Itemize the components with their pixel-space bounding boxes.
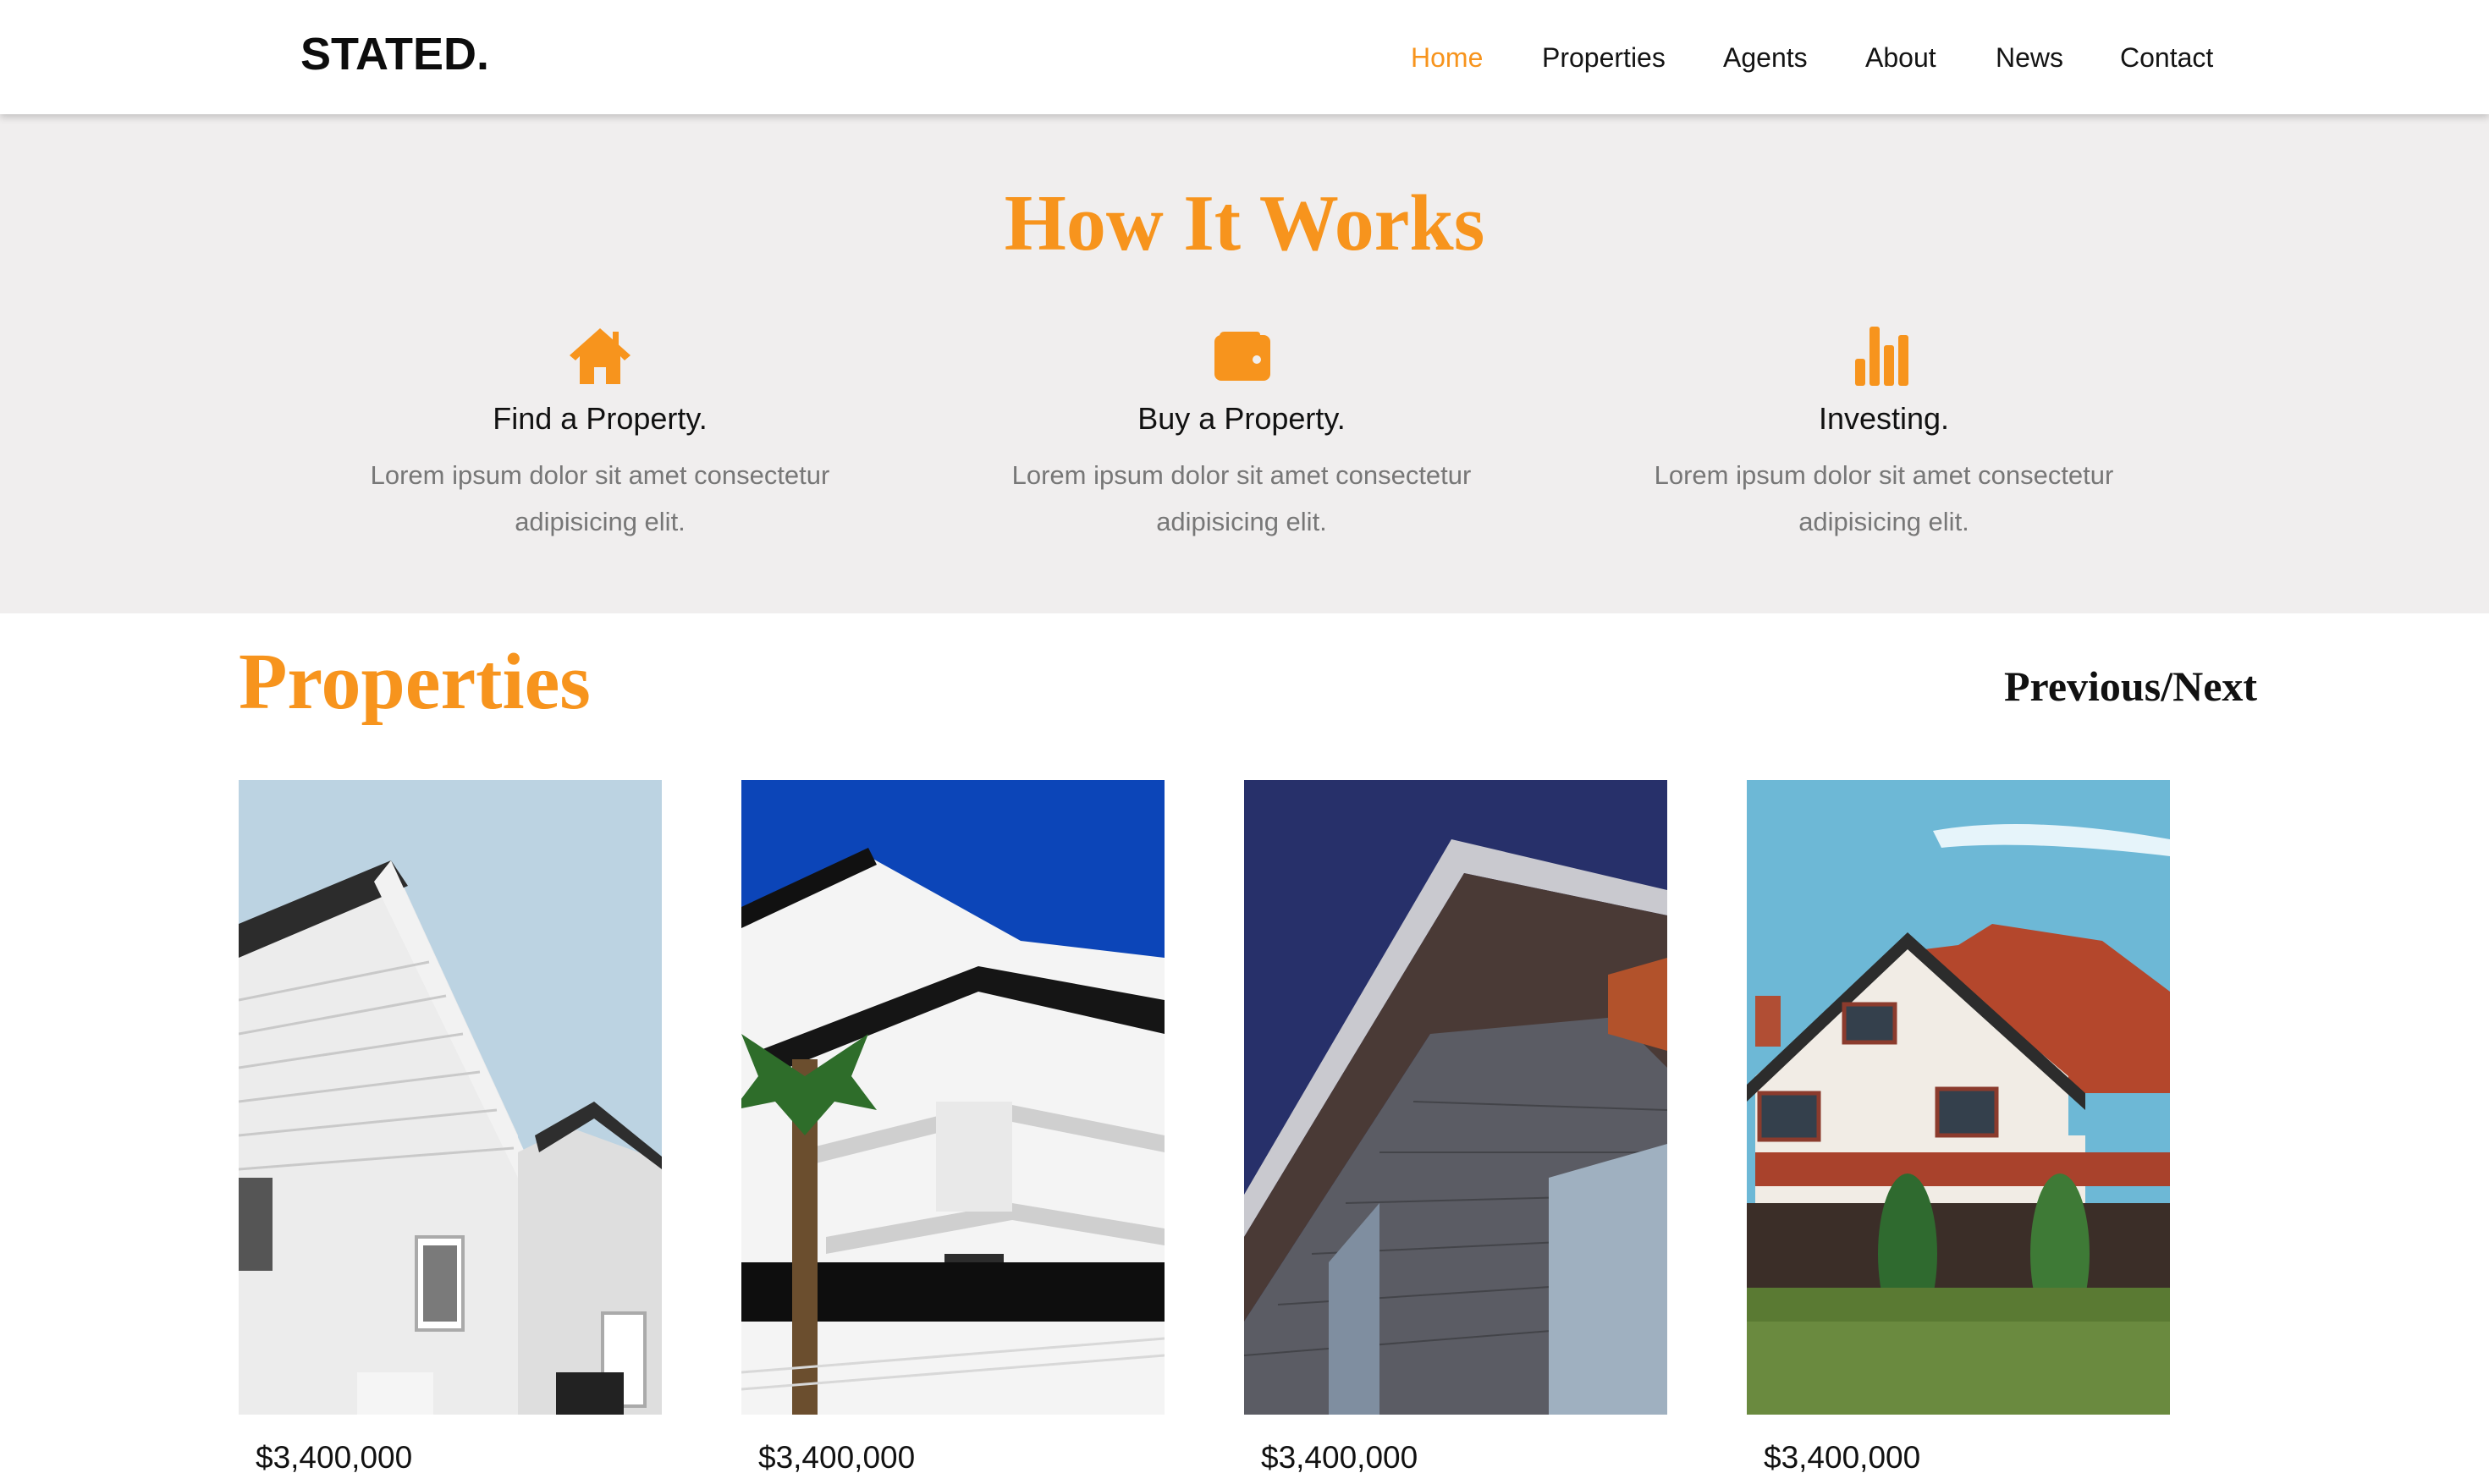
step-description-line: adipisicing elit. <box>1156 507 1327 536</box>
site-header: STATED. Home Properties Agents About New… <box>0 0 2489 114</box>
step-description: Lorem ipsum dolor sit amet consectetur a… <box>945 452 1538 545</box>
step-buy-property: Buy a Property. Lorem ipsum dolor sit am… <box>945 322 1538 545</box>
step-title: Investing. <box>1818 401 1950 436</box>
step-title: Buy a Property. <box>1137 401 1346 436</box>
property-photo[interactable] <box>741 780 1165 1415</box>
property-card[interactable]: $3,400,000 <box>239 780 662 1476</box>
property-photo[interactable] <box>239 780 662 1415</box>
property-price: $3,400,000 <box>758 1440 916 1475</box>
home-icon <box>570 328 631 384</box>
step-description: Lorem ipsum dolor sit amet consectetur a… <box>1588 452 2180 545</box>
nav-news[interactable]: News <box>1996 42 2063 74</box>
nav-contact[interactable]: Contact <box>2120 42 2213 74</box>
step-find-property: Find a Property. Lorem ipsum dolor sit a… <box>304 322 896 545</box>
property-price: $3,400,000 <box>1764 1440 1921 1475</box>
step-title: Find a Property. <box>493 401 708 436</box>
property-card[interactable]: $3,400,000 <box>1244 780 1667 1476</box>
properties-title: Properties <box>239 638 591 726</box>
nav-about[interactable]: About <box>1865 42 1936 74</box>
nav-properties[interactable]: Properties <box>1542 42 1666 74</box>
step-description-line: adipisicing elit. <box>1798 507 1969 536</box>
pager-separator: / <box>2161 662 2173 710</box>
property-card[interactable]: $3,400,000 <box>741 780 1165 1476</box>
nav-home[interactable]: Home <box>1411 42 1483 74</box>
step-investing: Investing. Lorem ipsum dolor sit amet co… <box>1588 322 2180 545</box>
previous-button[interactable]: Previous <box>2004 662 2161 710</box>
property-card[interactable]: $3,400,000 <box>1747 780 2170 1476</box>
nav-agents[interactable]: Agents <box>1723 42 1808 74</box>
step-description: Lorem ipsum dolor sit amet consectetur a… <box>304 452 896 545</box>
wallet-icon <box>1214 332 1270 381</box>
step-description-line: Lorem ipsum dolor sit amet consectetur <box>370 460 830 490</box>
properties-pager: Previous/Next <box>2004 662 2257 711</box>
property-price: $3,400,000 <box>1261 1440 1418 1475</box>
main-nav: Home Properties Agents About News Contac… <box>0 42 2489 80</box>
next-button[interactable]: Next <box>2172 662 2257 710</box>
step-description-line: Lorem ipsum dolor sit amet consectetur <box>1011 460 1472 490</box>
how-it-works-section: How It Works Find a Property. Lorem ipsu… <box>0 114 2489 613</box>
how-it-works-title: How It Works <box>1004 179 1485 267</box>
property-price: $3,400,000 <box>256 1440 413 1475</box>
step-description-line: Lorem ipsum dolor sit amet consectetur <box>1654 460 2114 490</box>
step-description-line: adipisicing elit. <box>515 507 686 536</box>
property-photo[interactable] <box>1747 780 2170 1415</box>
bar-chart-icon <box>1855 327 1908 386</box>
property-photo[interactable] <box>1244 780 1667 1415</box>
